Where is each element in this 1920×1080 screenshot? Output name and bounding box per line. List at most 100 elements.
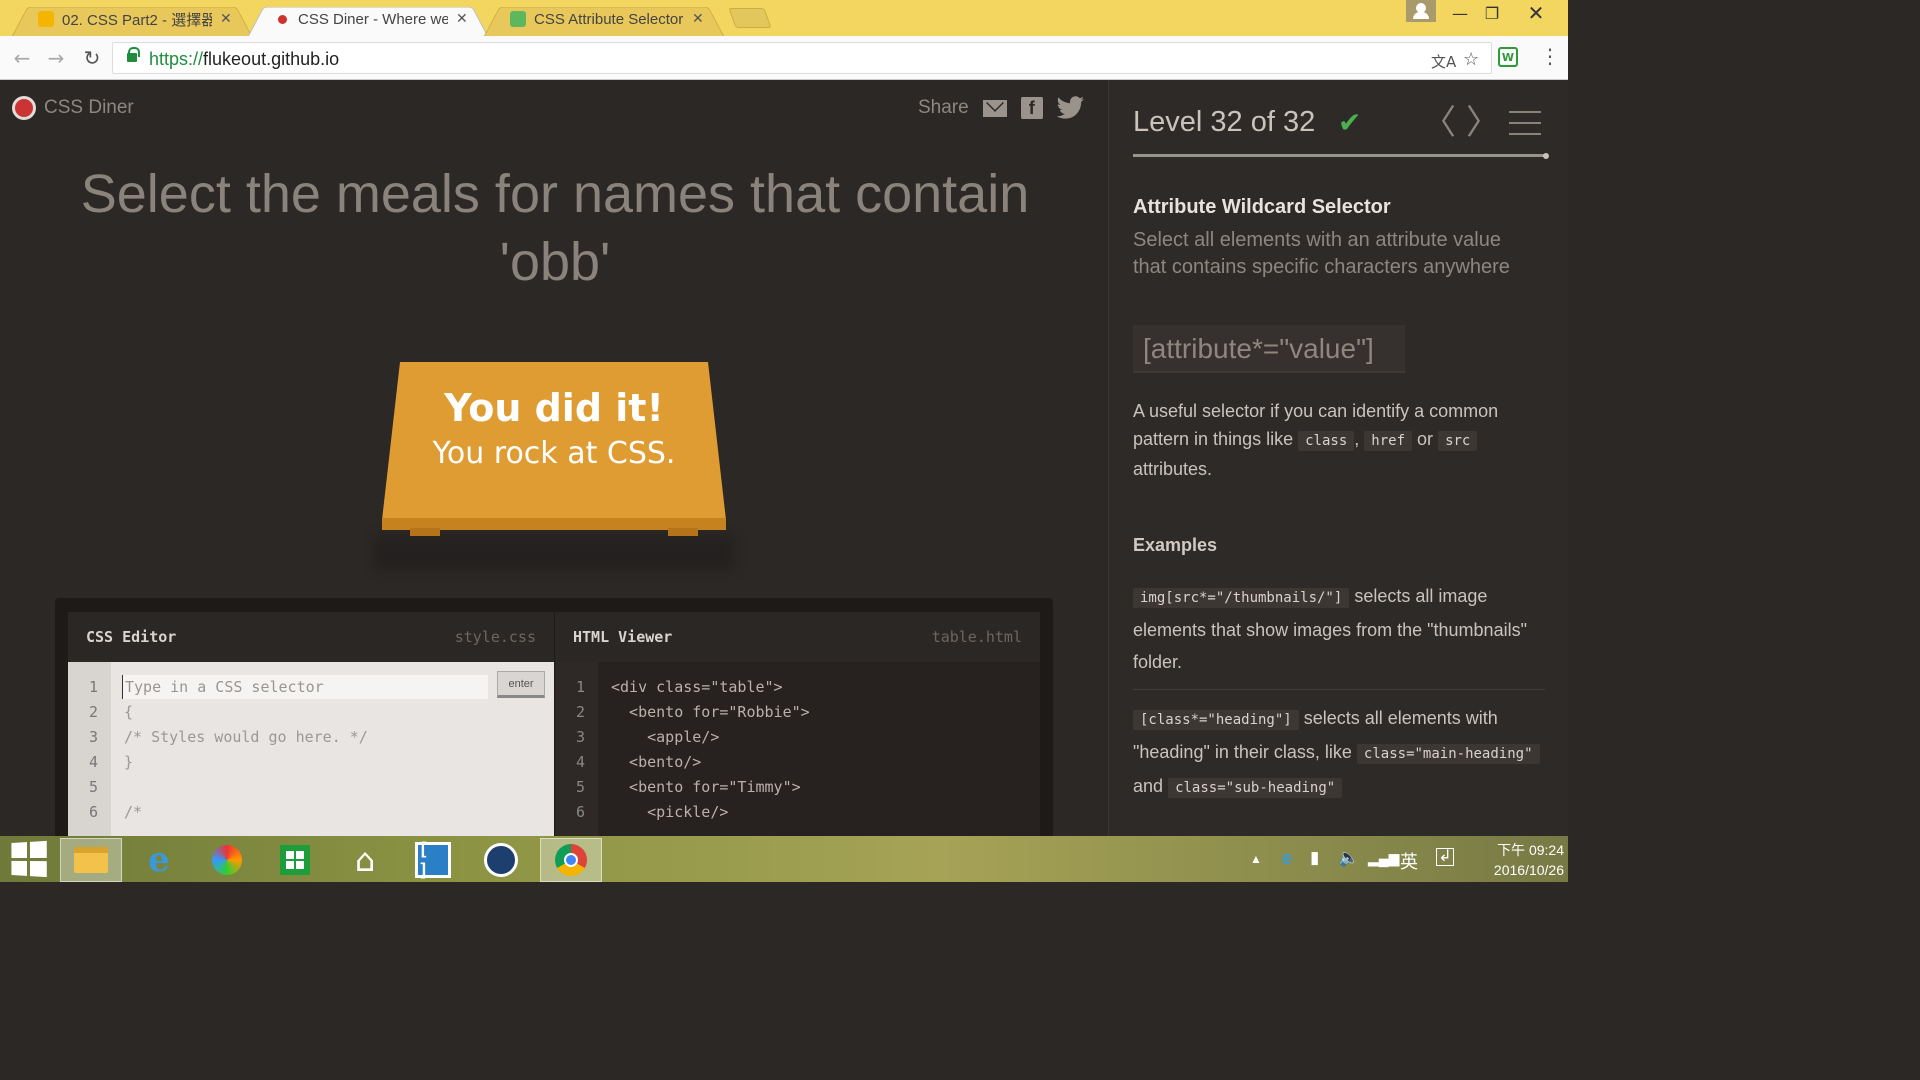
input-language[interactable]: 英 <box>1400 848 1418 874</box>
tray-expand-icon[interactable]: ▲ <box>1250 852 1262 866</box>
forward-icon[interactable]: → <box>44 46 68 70</box>
css-selector-input[interactable] <box>122 675 488 699</box>
share-label: Share <box>918 97 969 118</box>
html-code-line[interactable]: <pickle/> <box>611 803 728 821</box>
code-tag: class="sub-heading" <box>1168 778 1343 798</box>
html-code-line[interactable]: <bento/> <box>611 753 701 771</box>
network-icon[interactable]: ▂▄▆ <box>1368 850 1399 867</box>
css-editor-header: CSS Editor style.css <box>68 612 554 662</box>
code-tag: [class*="heading"] <box>1133 710 1299 730</box>
url-text[interactable]: https://flukeout.github.io <box>149 49 339 70</box>
css-file-name: style.css <box>454 628 536 646</box>
close-icon[interactable]: ✕ <box>220 11 232 27</box>
line-number: 6 <box>575 803 585 821</box>
tab-title: 02. CSS Part2 - 選擇器 - <box>62 11 212 29</box>
level-indicator: Level 32 of 32 <box>1133 106 1316 138</box>
clock-time: 下午 09:24 <box>1497 842 1564 858</box>
selector-hint: A useful selector if you can identify a … <box>1133 401 1499 479</box>
back-icon[interactable]: ← <box>10 46 34 70</box>
slides-icon <box>38 11 54 27</box>
internet-explorer-icon[interactable]: e <box>128 838 190 882</box>
brackets-icon[interactable]: [ ] <box>402 838 464 882</box>
code-tag: src <box>1438 431 1478 451</box>
level-instruction: Select the meals for names that contain … <box>80 164 1030 292</box>
tab-css-part2[interactable]: 02. CSS Part2 - 選擇器 - ✕ <box>12 2 252 36</box>
system-clock[interactable]: 下午 09:24 2016/10/26 <box>1474 840 1564 880</box>
selector-name: Attribute Wildcard Selector <box>1133 196 1391 218</box>
close-icon[interactable]: ✕ <box>692 11 704 27</box>
line-number: 2 <box>575 703 585 721</box>
reload-icon[interactable]: ↻ <box>80 46 104 70</box>
html-viewer-title: HTML Viewer <box>573 628 673 646</box>
address-bar[interactable]: https://flukeout.github.io 文A ☆ <box>112 42 1492 74</box>
line-number: 1 <box>575 678 585 696</box>
clock-date: 2016/10/26 <box>1493 862 1564 878</box>
windows-start-icon[interactable] <box>11 840 47 878</box>
paint-app-icon[interactable] <box>196 838 258 882</box>
level-progress-marker <box>1543 153 1549 159</box>
tab-title: CSS Attribute Selector <box>534 10 684 28</box>
share-bar: Share f <box>918 96 1085 120</box>
browser-toolbar: ← → ↻ https://flukeout.github.io 文A ☆ W … <box>0 36 1568 80</box>
line-number: 1 <box>88 678 98 696</box>
twitter-icon[interactable] <box>1056 96 1085 120</box>
example-item: [class*="heading"] selects all elements … <box>1133 702 1543 804</box>
examples-heading: Examples <box>1133 535 1218 555</box>
diner-favicon-icon <box>274 11 290 27</box>
win-message-title: You did it! <box>444 386 664 430</box>
css-diner-logo[interactable]: CSS Diner <box>12 96 134 120</box>
action-center-icon[interactable]: ↲ <box>1436 848 1454 866</box>
tab-title: CSS Diner - Where we f <box>298 10 448 28</box>
line-number: 5 <box>88 778 98 796</box>
bookmark-star-icon[interactable]: ☆ <box>1463 49 1479 70</box>
enter-button[interactable]: enter <box>497 671 545 698</box>
line-number: 6 <box>88 803 98 821</box>
tab-css-diner[interactable]: CSS Diner - Where we f ✕ <box>248 2 488 36</box>
volume-icon[interactable]: 🔈 <box>1338 848 1359 868</box>
close-window-icon[interactable]: ✕ <box>1516 0 1556 26</box>
home-icon[interactable]: ⌂ <box>334 838 396 882</box>
code-tag: class <box>1298 431 1355 451</box>
css-code-line: { <box>124 703 134 721</box>
store-icon[interactable] <box>264 838 326 882</box>
chrome-icon[interactable] <box>540 838 602 882</box>
css-code-line: } <box>124 753 134 771</box>
close-icon[interactable]: ✕ <box>456 11 468 27</box>
level-progress-bar <box>1133 154 1545 157</box>
line-number: 2 <box>88 703 98 721</box>
file-explorer-icon[interactable] <box>60 838 122 882</box>
html-file-name: table.html <box>931 628 1022 646</box>
maximize-icon[interactable]: ❐ <box>1472 0 1512 26</box>
facebook-icon[interactable]: f <box>1020 97 1043 119</box>
sourcetree-icon[interactable] <box>470 838 532 882</box>
examples-divider <box>1133 689 1545 690</box>
email-icon[interactable] <box>982 99 1007 117</box>
css-editor-title: CSS Editor <box>86 628 177 646</box>
translate-icon[interactable]: 文A <box>1431 51 1456 72</box>
line-number: 3 <box>88 728 98 746</box>
line-number: 4 <box>575 753 585 771</box>
previous-level-icon[interactable]: 〈 <box>1422 106 1456 140</box>
logo-icon <box>12 96 36 120</box>
user-profile-icon[interactable] <box>1406 0 1436 22</box>
html-code-line[interactable]: <bento for="Robbie"> <box>611 703 810 721</box>
example-item: img[src*="/thumbnails/"] selects all ima… <box>1133 586 1527 672</box>
new-tab-button[interactable] <box>728 8 772 28</box>
tray-ie-icon[interactable]: e <box>1282 848 1292 869</box>
power-icon[interactable]: ▮ <box>1310 848 1319 868</box>
logo-text: CSS Diner <box>44 97 134 118</box>
code-tag: href <box>1364 431 1413 451</box>
tab-css-attribute-selector[interactable]: CSS Attribute Selector ✕ <box>484 2 724 36</box>
html-code-line[interactable]: <apple/> <box>611 728 719 746</box>
line-number: 3 <box>575 728 585 746</box>
chrome-menu-icon[interactable]: ⋮ <box>1540 44 1560 68</box>
selector-syntax: [attribute*="value"] <box>1133 325 1405 373</box>
next-level-icon[interactable]: 〉 <box>1466 106 1500 140</box>
css-code-line: /* Styles would go here. */ <box>124 728 368 746</box>
extension-icon[interactable]: W <box>1498 47 1518 67</box>
browser-tab-strip: 02. CSS Part2 - 選擇器 - ✕ CSS Diner - Wher… <box>0 0 1568 36</box>
selector-description: Select all elements with an attribute va… <box>1133 229 1510 278</box>
html-code-line[interactable]: <div class="table"> <box>611 678 783 696</box>
html-code-line[interactable]: <bento for="Timmy"> <box>611 778 801 796</box>
level-menu-icon[interactable] <box>1509 111 1541 135</box>
